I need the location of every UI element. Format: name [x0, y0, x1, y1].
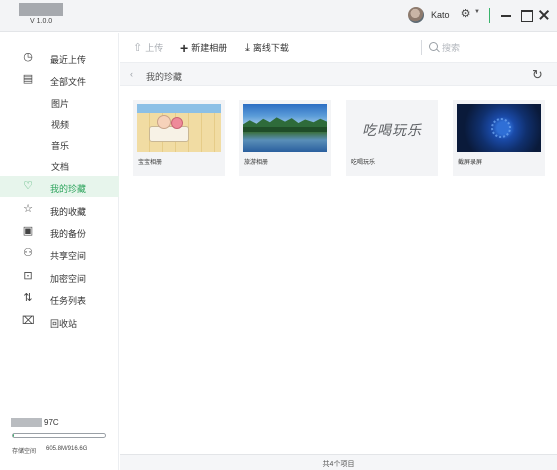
maximize-button[interactable]	[519, 7, 533, 23]
upload-button[interactable]: ⇧ 上传	[133, 41, 163, 55]
device-logo	[11, 418, 42, 427]
storage-progress-fill	[13, 434, 15, 437]
lock-icon: ⊡	[23, 270, 33, 282]
album-name: 吃喝玩乐	[351, 160, 376, 166]
sidebar-item-label: 任务列表	[50, 296, 87, 306]
storage-value: 605.8M/916.6G	[46, 446, 88, 452]
users-icon: ⚇	[23, 247, 33, 259]
sidebar-item-label: 我的收藏	[50, 207, 87, 217]
search-input[interactable]	[442, 40, 542, 55]
username[interactable]: Kato	[431, 10, 450, 20]
gear-icon[interactable]: ⚙	[459, 8, 472, 21]
album-grid: 宝宝相册 旅游相册 吃喝玩乐 吃喝玩乐 截屏录屏	[120, 86, 557, 454]
sidebar-item-favorites[interactable]: ☆ 我的收藏	[0, 199, 119, 220]
album-thumbnail	[137, 104, 221, 152]
sidebar-item-videos[interactable]: 视频	[0, 112, 119, 133]
sidebar-item-label: 回收站	[50, 319, 78, 329]
item-count: 共4个项目	[322, 461, 355, 468]
sidebar-item-label: 加密空间	[50, 274, 87, 284]
app-window: V 1.0.0 Kato ⚙ ▼ ◷ 最近上传 ▤ 全部文件 图片 视频 音乐 …	[0, 0, 557, 470]
sidebar-item-shared-space[interactable]: ⚇ 共享空间	[0, 243, 119, 264]
sidebar-item-label: 视频	[51, 120, 70, 130]
toolbar-divider	[421, 40, 422, 55]
sidebar-item-label: 我的备份	[50, 229, 87, 239]
offline-download-label: 离线下载	[252, 43, 289, 53]
album-card-travel[interactable]: 旅游相册	[239, 100, 331, 176]
breadcrumb: ‹ 我的珍藏 ↻	[120, 62, 557, 86]
refresh-icon[interactable]: ↻	[532, 67, 543, 83]
transfer-icon: ⇅	[23, 292, 33, 304]
album-thumbnail-text: 吃喝玩乐	[362, 123, 422, 139]
star-icon: ☆	[23, 203, 33, 215]
backup-icon: ▣	[22, 225, 34, 237]
upload-label: 上传	[145, 43, 164, 53]
file-icon: ▤	[22, 73, 34, 85]
sidebar-item-label: 我的珍藏	[50, 184, 87, 194]
sidebar-item-label: 全部文件	[50, 77, 87, 87]
album-thumbnail	[243, 104, 327, 152]
sidebar-item-encrypted-space[interactable]: ⊡ 加密空间	[0, 266, 119, 287]
album-name: 旅游相册	[244, 160, 269, 166]
device-name: 97C	[44, 418, 59, 427]
sidebar-item-recent-uploads[interactable]: ◷ 最近上传	[0, 47, 119, 68]
album-card-food-fun[interactable]: 吃喝玩乐 吃喝玩乐	[346, 100, 438, 176]
sidebar-item-all-files[interactable]: ▤ 全部文件	[0, 69, 119, 90]
offline-download-button[interactable]: ⤓ 离线下载	[245, 41, 289, 55]
storage-label: 存储空间	[12, 449, 37, 455]
album-thumbnail	[457, 104, 541, 152]
titlebar-divider	[489, 8, 490, 23]
plus-icon: +	[180, 39, 189, 56]
album-card-screenshots[interactable]: 截屏录屏	[453, 100, 545, 176]
sidebar-item-label: 共享空间	[50, 251, 87, 261]
clock-icon: ◷	[23, 51, 33, 63]
sidebar-item-label: 图片	[51, 99, 70, 109]
app-logo	[19, 3, 63, 16]
new-album-label: 新建相册	[191, 43, 228, 53]
sidebar-item-label: 音乐	[51, 141, 70, 151]
storage-progress-bar	[12, 433, 106, 438]
sidebar-item-task-list[interactable]: ⇅ 任务列表	[0, 288, 119, 309]
search-icon[interactable]	[428, 42, 440, 54]
sidebar-item-recycle-bin[interactable]: ⌧ 回收站	[0, 311, 119, 332]
avatar[interactable]	[408, 7, 424, 23]
title-bar: V 1.0.0 Kato ⚙ ▼	[0, 0, 557, 32]
trash-icon: ⌧	[22, 315, 35, 327]
close-button[interactable]	[537, 7, 551, 23]
sidebar-item-music[interactable]: 音乐	[0, 133, 119, 154]
heart-icon: ♡	[23, 180, 33, 192]
chevron-down-icon[interactable]: ▼	[474, 9, 480, 15]
chevron-left-icon[interactable]: ‹	[130, 69, 133, 79]
sidebar-item-my-treasures[interactable]: ♡ 我的珍藏	[0, 176, 119, 197]
album-card-baby[interactable]: 宝宝相册	[133, 100, 225, 176]
sidebar-item-pictures[interactable]: 图片	[0, 91, 119, 112]
new-album-button[interactable]: + 新建相册	[180, 41, 227, 55]
album-name: 宝宝相册	[138, 160, 163, 166]
sidebar-item-backups[interactable]: ▣ 我的备份	[0, 221, 119, 242]
minimize-button[interactable]	[499, 7, 513, 23]
sidebar-item-label: 最近上传	[50, 55, 87, 65]
album-name: 截屏录屏	[458, 160, 483, 166]
sidebar-item-label: 文档	[51, 162, 70, 172]
app-version: V 1.0.0	[30, 18, 53, 25]
toolbar: ⇧ 上传 + 新建相册 ⤓ 离线下载	[120, 33, 557, 61]
upload-icon: ⇧	[133, 41, 143, 54]
download-icon: ⤓	[245, 41, 250, 54]
status-bar: 共4个项目	[120, 454, 557, 470]
breadcrumb-current: 我的珍藏	[146, 72, 183, 82]
sidebar: ◷ 最近上传 ▤ 全部文件 图片 视频 音乐 文档 ♡ 我的珍藏 ☆ 我的收藏 …	[0, 33, 119, 470]
sidebar-item-documents[interactable]: 文档	[0, 154, 119, 175]
album-thumbnail: 吃喝玩乐	[350, 104, 434, 152]
